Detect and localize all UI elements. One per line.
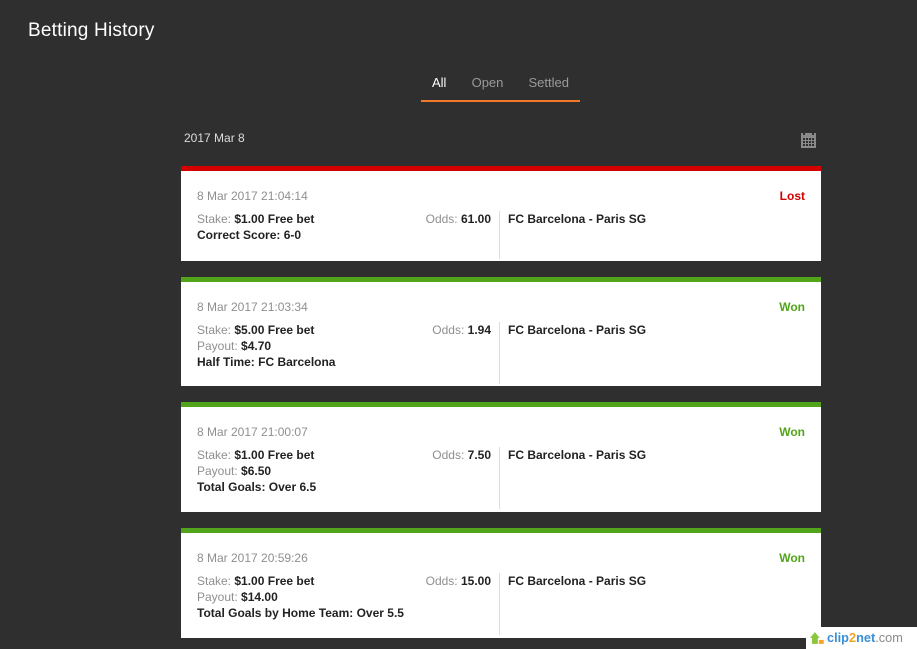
bet-time: 8 Mar 2017 21:00:07 <box>197 425 308 439</box>
bet-details: Stake: $1.00 Free bet Odds: 15.00 Payout… <box>197 573 805 635</box>
bet-event: FC Barcelona - Paris SG <box>508 212 647 226</box>
odds-line: Odds: 15.00 <box>426 573 491 589</box>
bet-status-badge: Won <box>779 551 805 565</box>
watermark-wordmark: clip2net.com <box>827 630 903 645</box>
bet-details: Stake: $5.00 Free bet Odds: 1.94 Payout:… <box>197 322 805 384</box>
odds-line: Odds: 1.94 <box>432 322 491 338</box>
tab-settled[interactable]: Settled <box>529 74 569 100</box>
odds-label: Odds: <box>432 323 465 337</box>
odds-label: Odds: <box>425 574 458 588</box>
stake-value: $5.00 Free bet <box>234 323 315 337</box>
bet-details: Stake: $1.00 Free bet Odds: 61.00 Correc… <box>197 211 805 259</box>
odds-label: Odds: <box>432 448 465 462</box>
bet-filter-tabs: All Open Settled <box>421 74 580 102</box>
payout-label: Payout: <box>197 339 238 353</box>
bet-selection: Total Goals: Over 6.5 <box>197 480 317 494</box>
bet-event: FC Barcelona - Paris SG <box>508 323 647 337</box>
stake-label: Stake: <box>197 212 232 226</box>
bet-list: 8 Mar 2017 21:04:14 Lost Stake: $1.00 Fr… <box>181 166 821 638</box>
bet-card[interactable]: 8 Mar 2017 21:04:14 Lost Stake: $1.00 Fr… <box>181 166 821 261</box>
payout-value: $14.00 <box>241 590 278 604</box>
bet-info: Stake: $5.00 Free bet Odds: 1.94 Payout:… <box>197 322 500 384</box>
tab-open[interactable]: Open <box>472 74 504 100</box>
stake-label: Stake: <box>197 448 232 462</box>
page-title: Betting History <box>28 20 155 41</box>
odds-value: 7.50 <box>467 448 491 462</box>
bet-time: 8 Mar 2017 21:04:14 <box>197 189 308 203</box>
odds-label: Odds: <box>425 212 458 226</box>
watermark: clip2net.com <box>806 627 917 649</box>
bet-status-badge: Won <box>779 425 805 439</box>
odds-value: 15.00 <box>460 574 491 588</box>
bet-card[interactable]: 8 Mar 2017 21:03:34 Won Stake: $5.00 Fre… <box>181 277 821 386</box>
odds-value: 61.00 <box>460 212 491 226</box>
bet-selection: Correct Score: 6-0 <box>197 228 302 242</box>
bet-info: Stake: $1.00 Free bet Odds: 7.50 Payout:… <box>197 447 500 509</box>
payout-line: Payout: $6.50 <box>197 463 491 479</box>
bet-card[interactable]: 8 Mar 2017 20:59:26 Won Stake: $1.00 Fre… <box>181 528 821 638</box>
bet-selection: Half Time: FC Barcelona <box>197 355 336 369</box>
payout-label: Payout: <box>197 590 238 604</box>
payout-value: $4.70 <box>241 339 272 353</box>
payout-value: $6.50 <box>241 464 272 478</box>
svg-text:clip2net.com: clip2net.com <box>827 630 903 645</box>
date-group-header: 2017 Mar 8 <box>184 131 245 145</box>
stake-value: $1.00 Free bet <box>234 448 315 462</box>
odds-line: Odds: 7.50 <box>432 447 491 463</box>
bet-time: 8 Mar 2017 21:03:34 <box>197 300 308 314</box>
calendar-icon[interactable] <box>801 133 816 148</box>
tab-all[interactable]: All <box>432 74 446 100</box>
stake-value: $1.00 Free bet <box>234 212 315 226</box>
bet-status-badge: Won <box>779 300 805 314</box>
bet-selection: Total Goals by Home Team: Over 5.5 <box>197 606 404 620</box>
stake-label: Stake: <box>197 323 232 337</box>
bet-event: FC Barcelona - Paris SG <box>508 574 647 588</box>
payout-label: Payout: <box>197 464 238 478</box>
bet-card[interactable]: 8 Mar 2017 21:00:07 Won Stake: $1.00 Fre… <box>181 402 821 512</box>
bet-status-badge: Lost <box>779 189 805 203</box>
stake-value: $1.00 Free bet <box>234 574 315 588</box>
bet-time: 8 Mar 2017 20:59:26 <box>197 551 308 565</box>
payout-line: Payout: $4.70 <box>197 338 491 354</box>
bet-event: FC Barcelona - Paris SG <box>508 448 647 462</box>
odds-value: 1.94 <box>467 323 491 337</box>
odds-line: Odds: 61.00 <box>426 211 491 227</box>
bet-details: Stake: $1.00 Free bet Odds: 7.50 Payout:… <box>197 447 805 509</box>
stake-label: Stake: <box>197 574 232 588</box>
bet-info: Stake: $1.00 Free bet Odds: 61.00 Correc… <box>197 211 500 259</box>
watermark-logo-icon <box>810 632 824 644</box>
payout-line: Payout: $14.00 <box>197 589 491 605</box>
bet-info: Stake: $1.00 Free bet Odds: 15.00 Payout… <box>197 573 500 635</box>
